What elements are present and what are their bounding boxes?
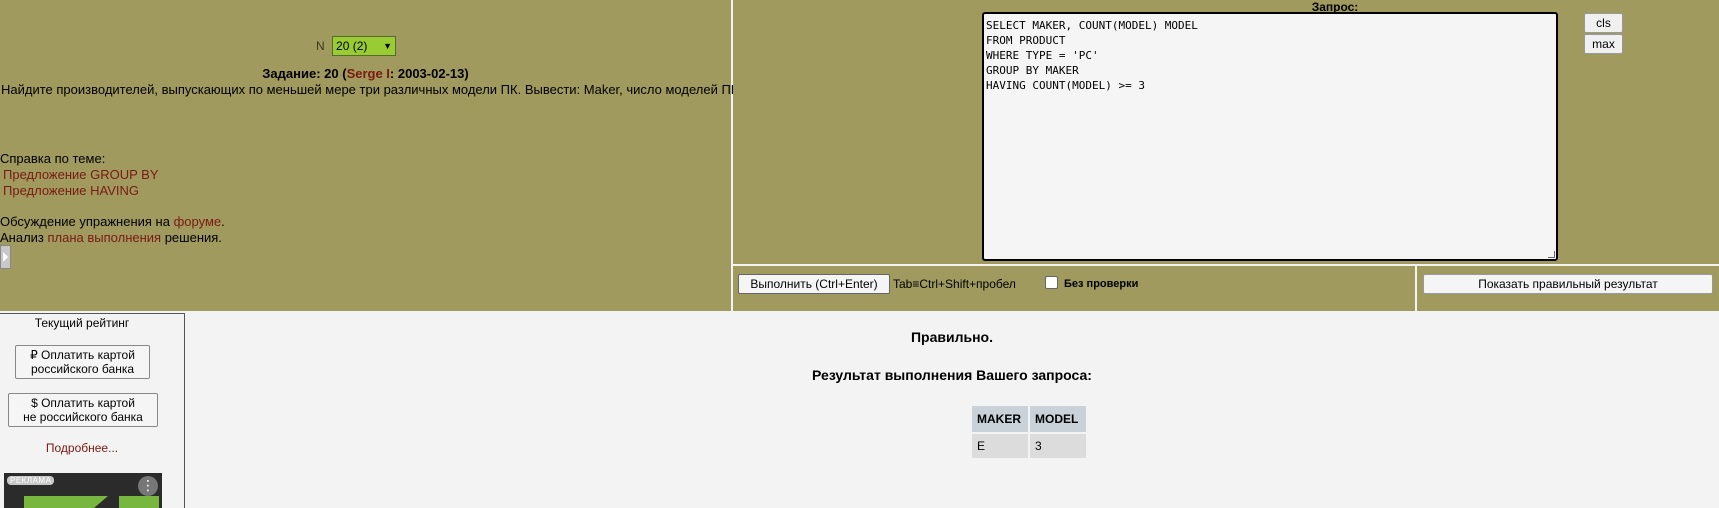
task-title: Задание: 20 (Serge I: 2003-02-13) xyxy=(0,66,731,81)
chevron-down-icon: ▼ xyxy=(383,41,393,51)
current-rating-link[interactable]: Текущий рейтинг xyxy=(0,316,164,330)
task-number-value: 20 (2) xyxy=(336,39,368,53)
analysis-suffix: решения. xyxy=(161,230,222,245)
no-check-checkbox[interactable] xyxy=(1045,276,1058,289)
sidebar: Текущий рейтинг ₽ Оплатить картой россий… xyxy=(0,313,185,508)
show-result-bar: Показать правильный результат xyxy=(1417,266,1719,311)
table-cell: 3 xyxy=(1030,434,1086,458)
task-number-label: N xyxy=(316,39,325,53)
table-row: E 3 xyxy=(972,434,1086,458)
run-button[interactable]: Выполнить (Ctrl+Enter) xyxy=(738,274,890,294)
query-panel: Запрос: SELECT MAKER, COUNT(MODEL) MODEL… xyxy=(733,0,1719,264)
sql-editor[interactable]: SELECT MAKER, COUNT(MODEL) MODEL FROM PR… xyxy=(982,12,1558,261)
pay-ru-line1: ₽ Оплатить картой xyxy=(30,348,135,362)
show-correct-result-button[interactable]: Показать правильный результат xyxy=(1423,274,1713,294)
execution-plan-link[interactable]: плана выполнения xyxy=(48,230,162,245)
result-header-row: MAKER MODEL xyxy=(972,406,1086,432)
help-link-group-by[interactable]: Предложение GROUP BY xyxy=(3,167,159,182)
clear-button[interactable]: cls xyxy=(1584,13,1623,33)
run-bar: Выполнить (Ctrl+Enter) Tab≡Ctrl+Shift+пр… xyxy=(733,266,1415,311)
task-title-prefix: Задание: 20 ( xyxy=(262,66,347,81)
pay-ru-line2: российского банка xyxy=(30,362,135,376)
help-label: Справка по теме: xyxy=(0,151,106,166)
analysis-prefix: Анализ xyxy=(0,230,48,245)
result-status: Правильно. xyxy=(910,329,993,345)
resize-handle-icon[interactable] xyxy=(1548,251,1555,258)
author-link[interactable]: Serge I xyxy=(347,66,390,81)
ad-graphic xyxy=(24,496,94,508)
task-number-row: N 20 (2) ▼ xyxy=(316,36,397,56)
task-number-select[interactable]: 20 (2) ▼ xyxy=(332,36,397,56)
discussion-suffix: . xyxy=(221,214,225,229)
ad-label: РЕКЛАМА xyxy=(7,476,55,485)
task-title-suffix: : 2003-02-13) xyxy=(389,66,469,81)
more-options-icon[interactable]: ⋮ xyxy=(138,476,158,496)
pay-foreign-card-button[interactable]: $ Оплатить картой не российского банка xyxy=(8,393,158,427)
task-panel: N 20 (2) ▼ Задание: 20 (Serge I: 2003-02… xyxy=(0,0,742,311)
help-link-having[interactable]: Предложение HAVING xyxy=(3,183,139,198)
sql-text: SELECT MAKER, COUNT(MODEL) MODEL FROM PR… xyxy=(986,19,1198,92)
no-check-label: Без проверки xyxy=(1064,278,1139,290)
table-cell: E xyxy=(972,434,1028,458)
discussion-prefix: Обсуждение упражнения на xyxy=(0,214,174,229)
analysis-line: Анализ плана выполнения решения. xyxy=(0,230,222,245)
advertisement[interactable]: РЕКЛАМА ⋮ xyxy=(4,473,162,508)
expand-arrow-icon[interactable] xyxy=(0,245,11,269)
pay-nonru-line1: $ Оплатить картой xyxy=(31,396,135,410)
result-heading: Результат выполнения Вашего запроса: xyxy=(812,367,1092,383)
pay-nonru-line2: не российского банка xyxy=(23,410,143,424)
tab-hint: Tab≡Ctrl+Shift+пробел xyxy=(893,277,1016,291)
column-header-model: MODEL xyxy=(1030,406,1086,432)
result-table: MAKER MODEL E 3 xyxy=(970,404,1088,460)
maximize-button[interactable]: max xyxy=(1584,34,1623,54)
more-info-link[interactable]: Подробнее... xyxy=(0,441,164,455)
column-header-maker: MAKER xyxy=(972,406,1028,432)
task-description: Найдите производителей, выпускающих по м… xyxy=(1,82,742,97)
ad-graphic-block xyxy=(119,496,159,508)
ad-graphic-arrow xyxy=(94,496,108,508)
discussion-line: Обсуждение упражнения на форуме. xyxy=(0,214,225,229)
pay-russian-card-button[interactable]: ₽ Оплатить картой российского банка xyxy=(15,345,150,379)
forum-link[interactable]: форуме xyxy=(174,214,222,229)
